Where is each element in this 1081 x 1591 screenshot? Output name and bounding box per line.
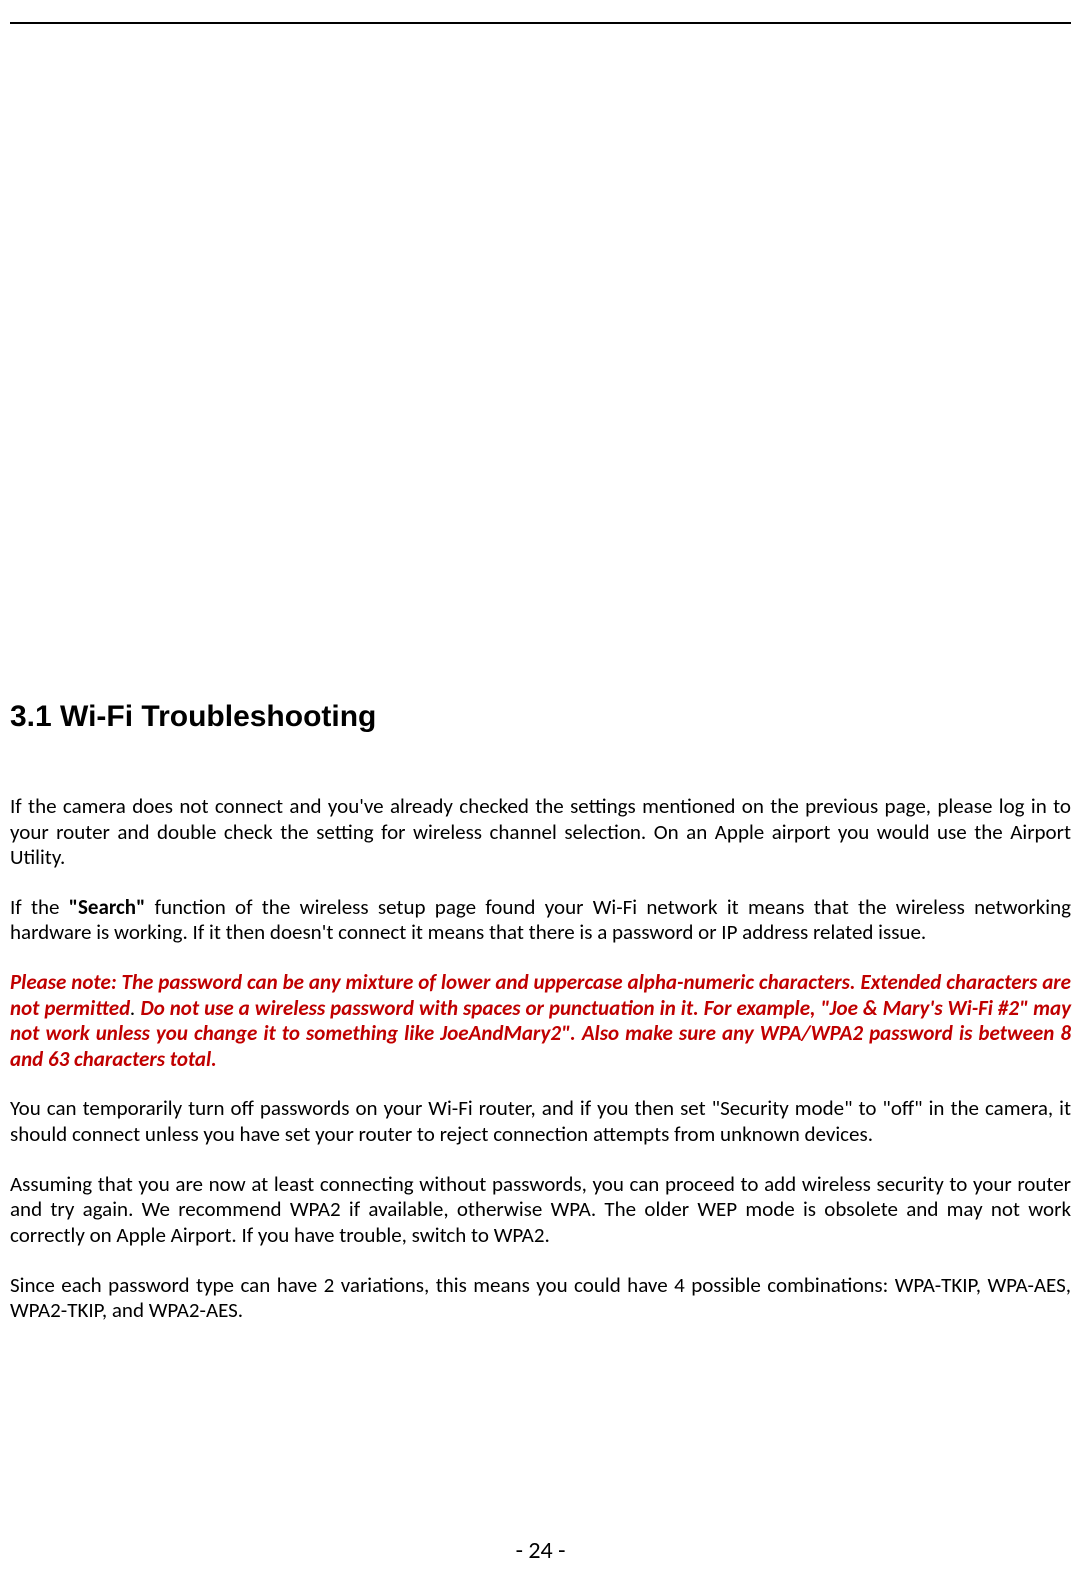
paragraph-2-part-a: If the	[10, 894, 69, 920]
document-page: 3.1 Wi-Fi Troubleshooting If the camera …	[0, 0, 1081, 1591]
section-heading: 3.1 Wi-Fi Troubleshooting	[10, 700, 1071, 734]
paragraph-1: If the camera does not connect and you'v…	[10, 794, 1071, 871]
paragraph-2: If the "Search" function of the wireless…	[10, 895, 1071, 946]
page-content: 3.1 Wi-Fi Troubleshooting If the camera …	[10, 700, 1071, 1348]
paragraph-3: You can temporarily turn off passwords o…	[10, 1096, 1071, 1147]
note-dot: .	[130, 995, 140, 1021]
search-bold-text: "Search"	[69, 894, 146, 920]
paragraph-4: Assuming that you are now at least conne…	[10, 1172, 1071, 1249]
paragraph-5: Since each password type can have 2 vari…	[10, 1273, 1071, 1324]
note-part-2: Do not use a wireless password with spac…	[10, 995, 1071, 1072]
top-horizontal-rule	[10, 22, 1071, 24]
paragraph-2-part-c: function of the wireless setup page foun…	[10, 894, 1071, 946]
page-number-footer: - 24 -	[0, 1536, 1081, 1565]
note-paragraph: Please note: The password can be any mix…	[10, 970, 1071, 1072]
